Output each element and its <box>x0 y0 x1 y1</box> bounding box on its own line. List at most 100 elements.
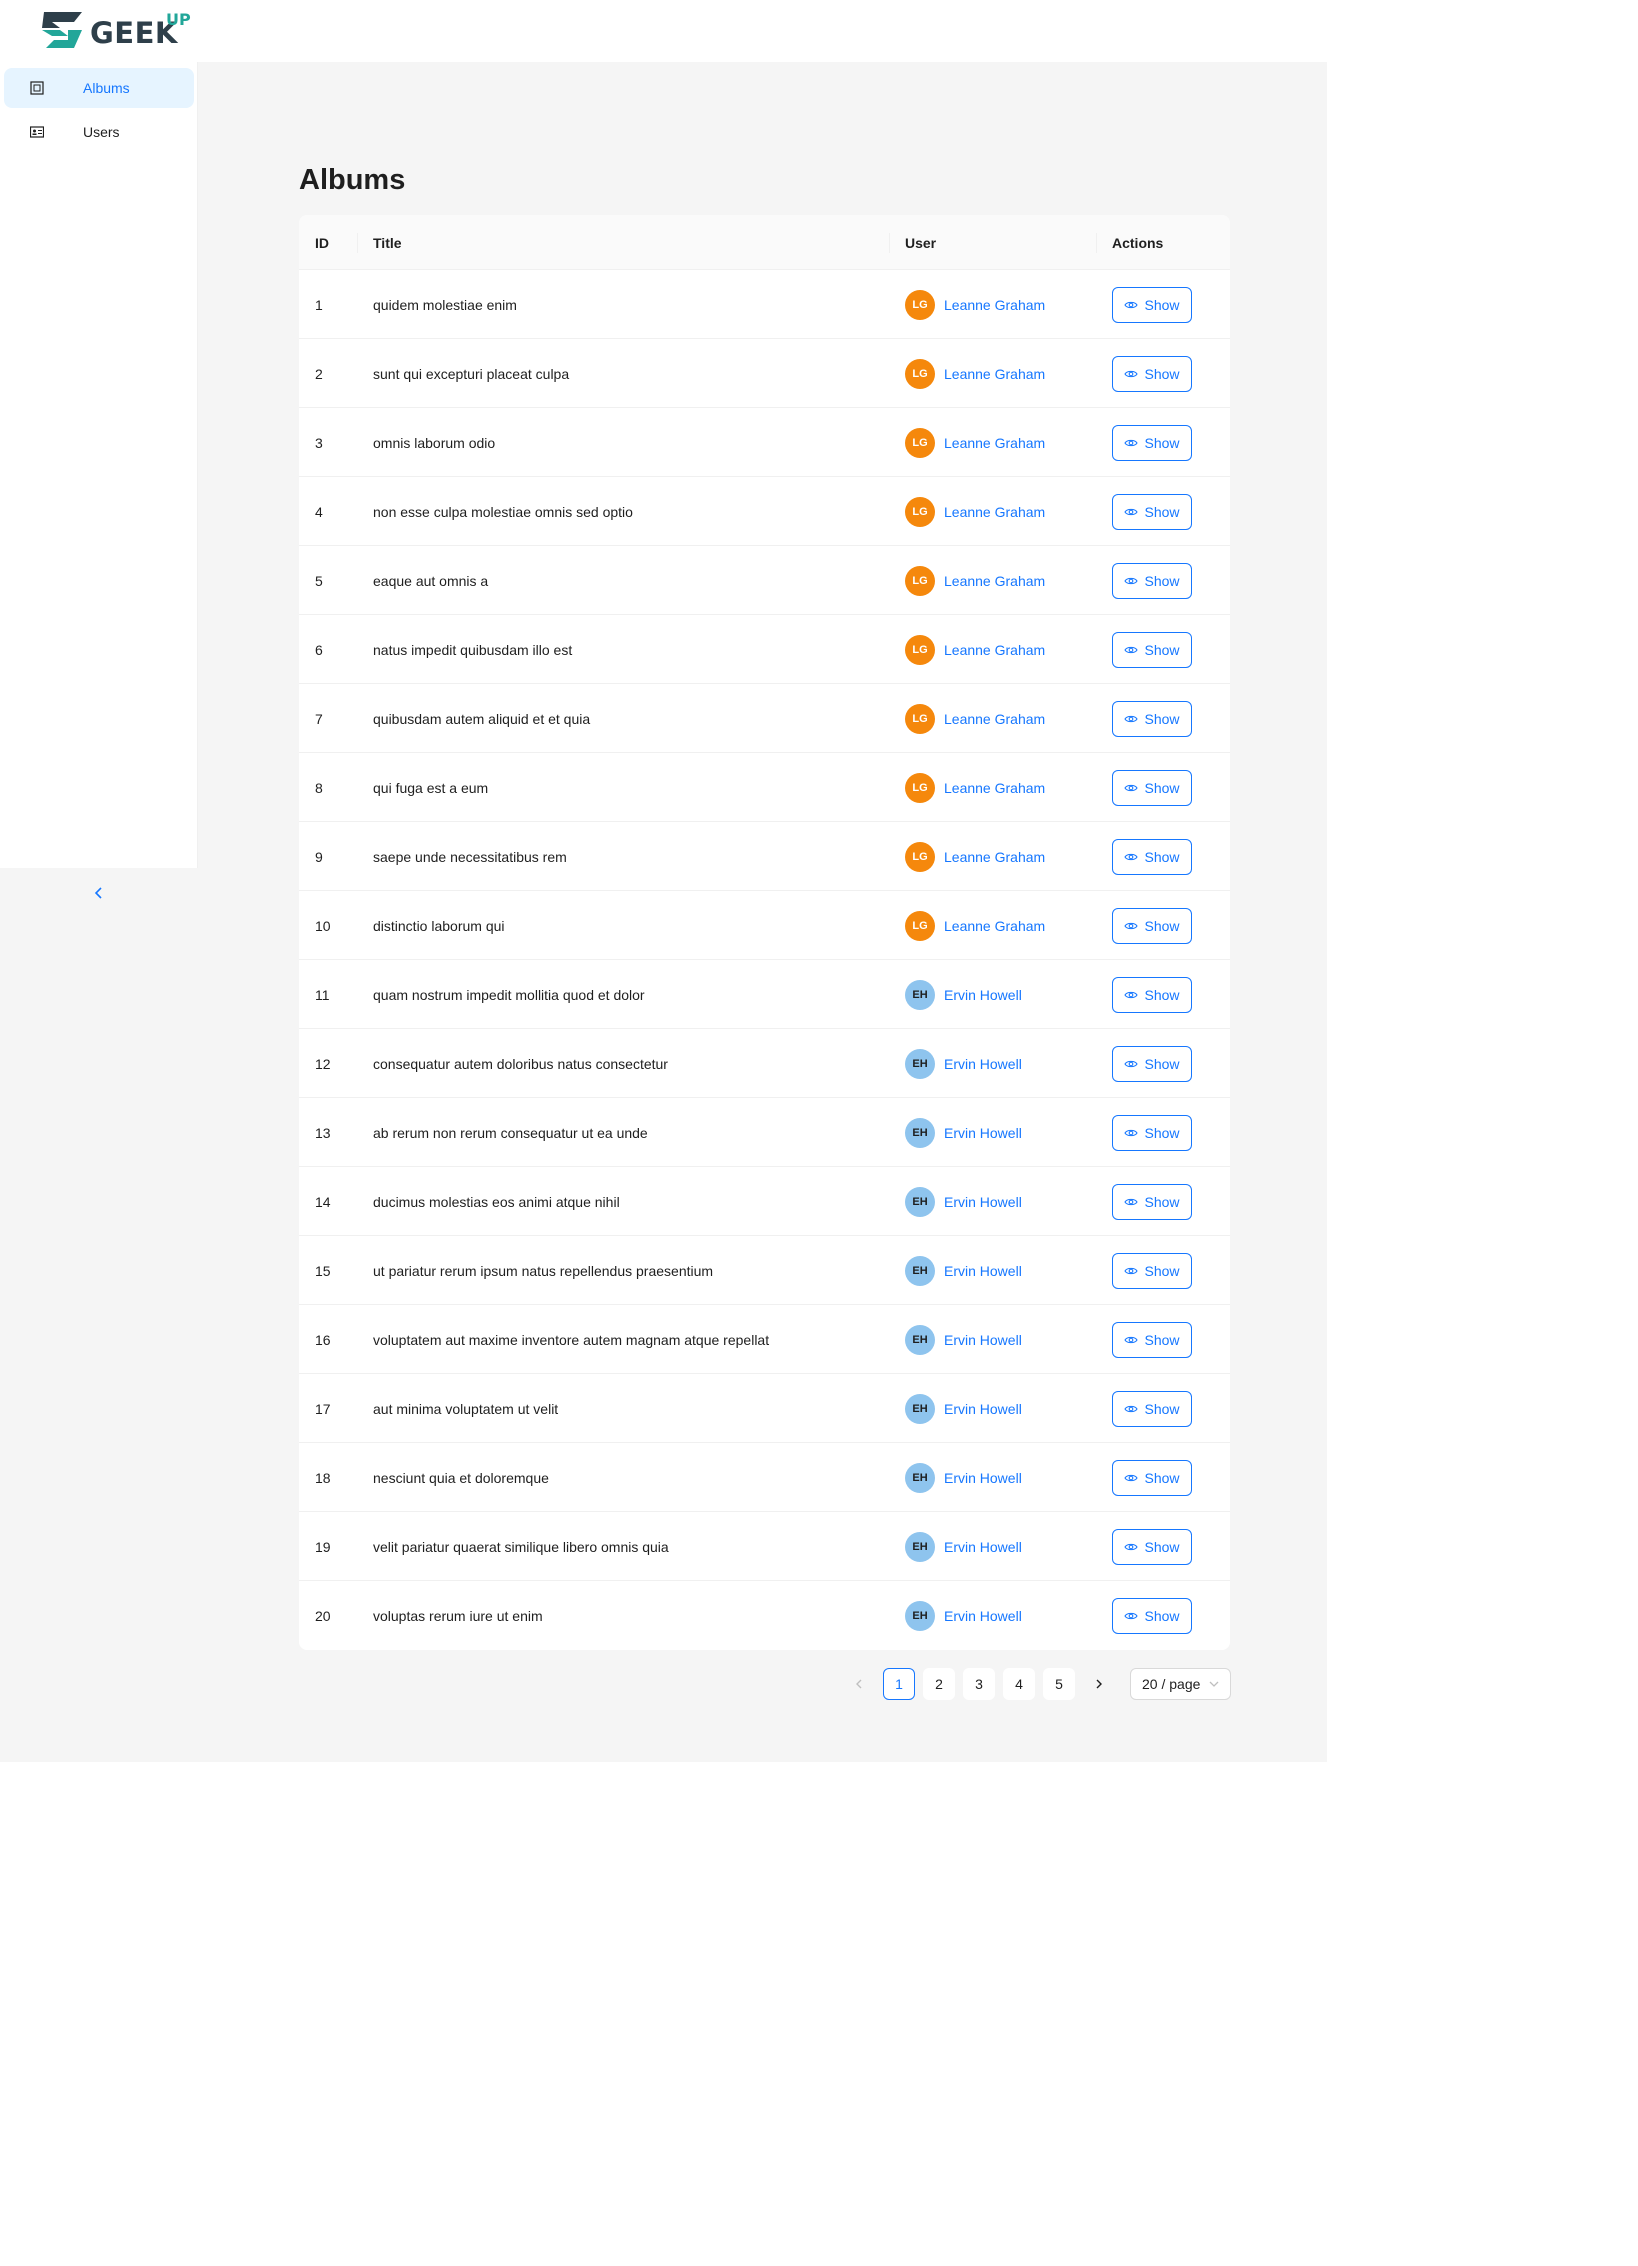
row-title: quibusdam autem aliquid et et quia <box>373 710 591 727</box>
show-button[interactable]: Show <box>1112 424 1192 461</box>
column-divider <box>1096 233 1097 253</box>
show-button[interactable]: Show <box>1112 838 1192 875</box>
column-divider <box>357 233 358 253</box>
geekup-logo[interactable]: GEEK UP <box>38 8 191 52</box>
user-link[interactable]: Leanne Graham <box>944 366 1045 382</box>
chevron-left-icon <box>856 1679 862 1689</box>
row-user: EH Ervin Howell <box>905 1305 1022 1374</box>
row-id: 5 <box>315 572 323 589</box>
user-link[interactable]: Leanne Graham <box>944 642 1045 658</box>
show-button[interactable]: Show <box>1112 493 1192 530</box>
eye-icon <box>1124 1405 1139 1412</box>
show-button[interactable]: Show <box>1112 562 1192 599</box>
row-title: voluptas rerum iure ut enim <box>373 1607 543 1624</box>
sidebar-item-users[interactable]: Users <box>4 112 194 152</box>
geekup-logo-icon <box>42 12 82 48</box>
user-link[interactable]: Leanne Graham <box>944 573 1045 589</box>
show-button[interactable]: Show <box>1112 1183 1192 1220</box>
eye-icon <box>1124 646 1139 653</box>
user-link[interactable]: Leanne Graham <box>944 435 1045 451</box>
table-row: 4 non esse culpa molestiae omnis sed opti… <box>299 477 1230 546</box>
user-link[interactable]: Leanne Graham <box>944 780 1045 796</box>
show-button[interactable]: Show <box>1112 1252 1192 1289</box>
table-row: 11 quam nostrum impedit mollitia quod et … <box>299 960 1230 1029</box>
avatar: LG <box>905 703 935 734</box>
show-button[interactable]: Show <box>1112 1390 1192 1427</box>
user-link[interactable]: Ervin Howell <box>944 1401 1022 1417</box>
row-actions: Show <box>1112 408 1192 477</box>
show-button-label: Show <box>1144 848 1180 865</box>
sidebar-collapse-button[interactable] <box>88 882 110 904</box>
user-link[interactable]: Ervin Howell <box>944 1470 1022 1486</box>
row-title: voluptatem aut maxime inventore autem ma… <box>373 1331 770 1348</box>
row-title: sunt qui excepturi placeat culpa <box>373 365 570 382</box>
row-user: EH Ervin Howell <box>905 1581 1022 1650</box>
sidebar-item-albums[interactable]: Albums <box>4 68 194 108</box>
show-button[interactable]: Show <box>1112 1321 1192 1358</box>
user-link[interactable]: Ervin Howell <box>944 987 1022 1003</box>
avatar: EH <box>905 1531 935 1562</box>
pagination-prev-button[interactable] <box>843 1668 875 1700</box>
eye-icon <box>1124 784 1139 791</box>
user-link[interactable]: Ervin Howell <box>944 1263 1022 1279</box>
row-title: ab rerum non rerum consequatur ut ea und… <box>373 1124 648 1141</box>
pagination-next-button[interactable] <box>1083 1668 1115 1700</box>
table-header: ID Title User Actions <box>299 215 1230 270</box>
table-row: 19 velit pariatur quaerat similique liber… <box>299 1512 1230 1581</box>
row-user: LG Leanne Graham <box>905 753 1045 822</box>
eye-icon <box>1124 577 1139 584</box>
show-button[interactable]: Show <box>1112 1114 1192 1151</box>
user-link[interactable]: Leanne Graham <box>944 504 1045 520</box>
row-title: qui fuga est a eum <box>373 779 489 796</box>
row-id: 8 <box>315 779 323 796</box>
row-user: EH Ervin Howell <box>905 1167 1022 1236</box>
row-title: ut pariatur rerum ipsum natus repellendu… <box>373 1262 714 1279</box>
user-link[interactable]: Leanne Graham <box>944 849 1045 865</box>
eye-icon <box>1124 370 1139 377</box>
row-user: LG Leanne Graham <box>905 684 1045 753</box>
show-button-label: Show <box>1144 1262 1180 1279</box>
row-id: 12 <box>315 1055 331 1072</box>
row-actions: Show <box>1112 477 1192 546</box>
row-id: 6 <box>315 641 323 658</box>
user-link[interactable]: Ervin Howell <box>944 1332 1022 1348</box>
avatar: LG <box>905 496 935 527</box>
show-button[interactable]: Show <box>1112 700 1192 737</box>
row-id: 14 <box>315 1193 331 1210</box>
pagination-page-5[interactable]: 5 <box>1043 1668 1075 1700</box>
user-link[interactable]: Leanne Graham <box>944 297 1045 313</box>
show-button[interactable]: Show <box>1112 1045 1192 1082</box>
user-link[interactable]: Ervin Howell <box>944 1056 1022 1072</box>
show-button[interactable]: Show <box>1112 286 1192 323</box>
show-button[interactable]: Show <box>1112 1528 1192 1565</box>
row-id: 9 <box>315 848 323 865</box>
page-size-select[interactable]: 20 / page <box>1130 1668 1231 1700</box>
avatar: LG <box>905 634 935 665</box>
show-button-label: Show <box>1144 434 1180 451</box>
row-id: 15 <box>315 1262 331 1279</box>
user-link[interactable]: Leanne Graham <box>944 918 1045 934</box>
pagination-page-4[interactable]: 4 <box>1003 1668 1035 1700</box>
avatar: EH <box>905 1048 935 1079</box>
row-user: EH Ervin Howell <box>905 1029 1022 1098</box>
show-button[interactable]: Show <box>1112 631 1192 668</box>
pagination-page-2[interactable]: 2 <box>923 1668 955 1700</box>
table-row: 20 voluptas rerum iure ut enim EH Ervin How… <box>299 1581 1230 1650</box>
user-link[interactable]: Ervin Howell <box>944 1539 1022 1555</box>
pagination-page-3[interactable]: 3 <box>963 1668 995 1700</box>
show-button[interactable]: Show <box>1112 976 1192 1013</box>
show-button[interactable]: Show <box>1112 1459 1192 1496</box>
column-divider <box>889 233 890 253</box>
show-button[interactable]: Show <box>1112 907 1192 944</box>
row-user: EH Ervin Howell <box>905 1374 1022 1443</box>
show-button[interactable]: Show <box>1112 769 1192 806</box>
user-link[interactable]: Ervin Howell <box>944 1608 1022 1624</box>
row-id: 13 <box>315 1124 331 1141</box>
show-button[interactable]: Show <box>1112 355 1192 392</box>
row-title: nesciunt quia et doloremque <box>373 1469 549 1486</box>
user-link[interactable]: Ervin Howell <box>944 1194 1022 1210</box>
show-button[interactable]: Show <box>1112 1597 1192 1634</box>
user-link[interactable]: Ervin Howell <box>944 1125 1022 1141</box>
pagination-page-1[interactable]: 1 <box>883 1668 915 1700</box>
user-link[interactable]: Leanne Graham <box>944 711 1045 727</box>
